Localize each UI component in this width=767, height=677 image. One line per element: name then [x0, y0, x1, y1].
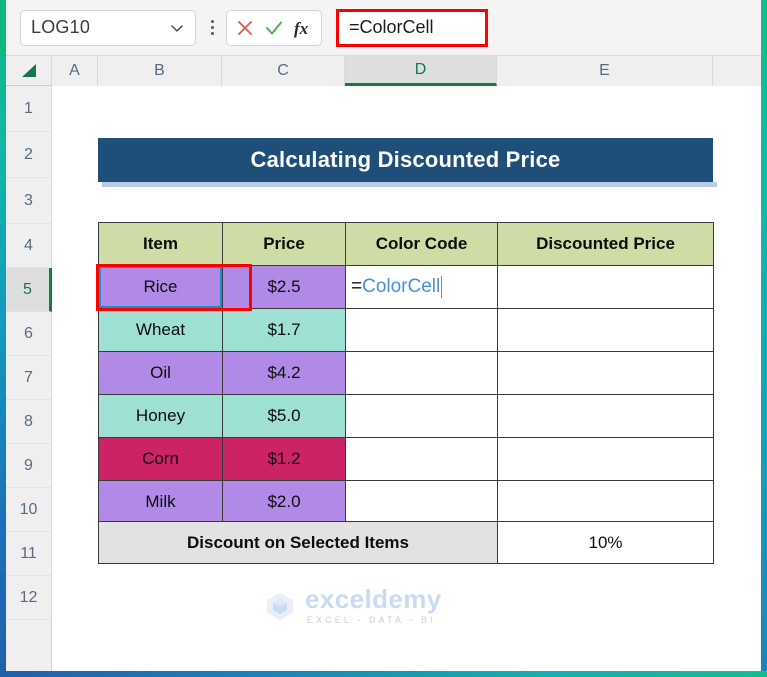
- cell-price-milk[interactable]: $2.0: [222, 480, 346, 524]
- watermark-tagline: EXCEL - DATA - BI: [307, 615, 436, 625]
- exceldemy-cube-logo-icon: [267, 592, 293, 620]
- column-header-d[interactable]: D: [345, 56, 497, 86]
- column-header-color-code: Color Code: [345, 222, 498, 266]
- watermark-brand: exceldemy: [305, 584, 442, 614]
- cell-item-milk[interactable]: Milk: [98, 480, 223, 524]
- column-header-discounted-price: Discounted Price: [497, 222, 714, 266]
- more-options-icon[interactable]: [201, 20, 223, 35]
- title-banner-shadow: [102, 182, 717, 187]
- window-frame-top-left: [0, 0, 6, 58]
- table-row: Corn $1.2: [98, 437, 714, 481]
- table-header-row: Item Price Color Code Discounted Price: [98, 222, 714, 266]
- table-row: Wheat $1.7: [98, 308, 714, 352]
- column-header-a[interactable]: A: [52, 56, 98, 86]
- row-header-9[interactable]: 9: [6, 444, 52, 488]
- row-header-5[interactable]: 5: [6, 268, 52, 312]
- cell-discounted-price-honey[interactable]: [497, 394, 714, 438]
- row-header-1[interactable]: 1: [6, 86, 52, 132]
- fx-insert-function-icon[interactable]: fx: [292, 17, 314, 39]
- column-header-e[interactable]: E: [497, 56, 713, 86]
- cell-color-code-milk[interactable]: [345, 480, 498, 524]
- cell-discounted-price-oil[interactable]: [497, 351, 714, 395]
- window-frame-bottom: [0, 671, 767, 677]
- row-header-4[interactable]: 4: [6, 224, 52, 268]
- table-row: Milk $2.0: [98, 480, 714, 524]
- row-header-7[interactable]: 7: [6, 356, 52, 400]
- formula-defined-name: ColorCell: [362, 276, 441, 297]
- select-all-triangle-icon: [22, 64, 36, 77]
- discount-label: Discount on Selected Items: [98, 521, 498, 564]
- cell-item-corn[interactable]: Corn: [98, 437, 223, 481]
- column-header-b[interactable]: B: [98, 56, 222, 86]
- excel-window: LOG10 fx =ColorCell A B C D E 1 2 3 4 5 …: [0, 0, 767, 677]
- cell-price-honey[interactable]: $5.0: [222, 394, 346, 438]
- formula-input-value: =ColorCell: [349, 17, 434, 37]
- row-header-11[interactable]: 11: [6, 532, 52, 576]
- table-row: Rice $2.5 = ColorCell: [98, 265, 714, 309]
- confirm-check-icon[interactable]: [263, 17, 285, 39]
- cell-price-corn[interactable]: $1.2: [222, 437, 346, 481]
- formula-equals-sign: =: [351, 276, 363, 297]
- column-header-price: Price: [222, 222, 346, 266]
- cell-discounted-price-corn[interactable]: [497, 437, 714, 481]
- row-header-6[interactable]: 6: [6, 312, 52, 356]
- cell-discounted-price-wheat[interactable]: [497, 308, 714, 352]
- formula-input-area: =ColorCell: [336, 8, 761, 47]
- discount-table: Discount on Selected Items 10%: [98, 521, 714, 564]
- cell-color-code-corn[interactable]: [345, 437, 498, 481]
- row-header-12[interactable]: 12: [6, 576, 52, 620]
- cell-price-rice[interactable]: $2.5: [222, 265, 346, 309]
- cancel-x-icon[interactable]: [234, 17, 256, 39]
- cell-item-oil[interactable]: Oil: [98, 351, 223, 395]
- formula-action-buttons: fx: [226, 9, 322, 46]
- formula-input[interactable]: =ColorCell: [336, 8, 488, 47]
- discount-row: Discount on Selected Items 10%: [98, 521, 714, 564]
- column-header-row: A B C D E: [6, 56, 767, 86]
- chevron-down-icon[interactable]: [169, 20, 185, 36]
- row-header-2[interactable]: 2: [6, 132, 52, 178]
- window-frame-right: [761, 0, 767, 677]
- column-header-overflow[interactable]: [713, 56, 767, 86]
- name-box-value: LOG10: [31, 17, 91, 37]
- svg-text:fx: fx: [294, 19, 309, 38]
- cell-color-code-oil[interactable]: [345, 351, 498, 395]
- cell-discounted-price-milk[interactable]: [497, 480, 714, 524]
- sheet-title: Calculating Discounted Price: [250, 147, 561, 172]
- cell-price-oil[interactable]: $4.2: [222, 351, 346, 395]
- window-frame-top-right: [761, 0, 767, 58]
- table-row: Honey $5.0: [98, 394, 714, 438]
- sheet-title-banner: Calculating Discounted Price: [98, 138, 713, 182]
- window-frame-left: [0, 0, 6, 677]
- cell-color-code-rice[interactable]: = ColorCell: [345, 265, 498, 309]
- discount-value[interactable]: 10%: [497, 521, 714, 564]
- row-header-column: 1 2 3 4 5 6 7 8 9 10 11 12: [6, 86, 52, 671]
- row-header-10[interactable]: 10: [6, 488, 52, 532]
- text-cursor: [441, 276, 443, 298]
- worksheet-canvas[interactable]: Calculating Discounted Price Item Price …: [52, 86, 761, 671]
- formula-bar: LOG10 fx =ColorCell: [6, 0, 761, 56]
- row-header-8[interactable]: 8: [6, 400, 52, 444]
- name-box[interactable]: LOG10: [20, 9, 196, 46]
- cell-item-wheat[interactable]: Wheat: [98, 308, 223, 352]
- items-table: Item Price Color Code Discounted Price R…: [98, 222, 714, 524]
- cell-item-rice[interactable]: Rice: [98, 265, 223, 309]
- cell-color-code-wheat[interactable]: [345, 308, 498, 352]
- cell-price-wheat[interactable]: $1.7: [222, 308, 346, 352]
- cell-discounted-price-rice[interactable]: [497, 265, 714, 309]
- column-header-c[interactable]: C: [222, 56, 345, 86]
- select-all-button[interactable]: [6, 56, 52, 86]
- table-row: Oil $4.2: [98, 351, 714, 395]
- column-header-item: Item: [98, 222, 223, 266]
- formula-bar-empty-space[interactable]: [488, 8, 761, 47]
- cell-item-honey[interactable]: Honey: [98, 394, 223, 438]
- cell-color-code-honey[interactable]: [345, 394, 498, 438]
- exceldemy-watermark: exceldemy EXCEL - DATA - BI: [264, 586, 442, 625]
- row-header-3[interactable]: 3: [6, 178, 52, 224]
